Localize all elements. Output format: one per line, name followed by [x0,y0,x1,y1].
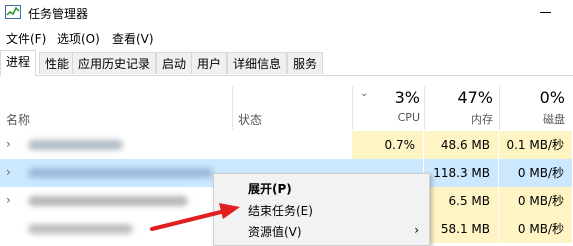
red-annotation-arrow [150,203,240,231]
